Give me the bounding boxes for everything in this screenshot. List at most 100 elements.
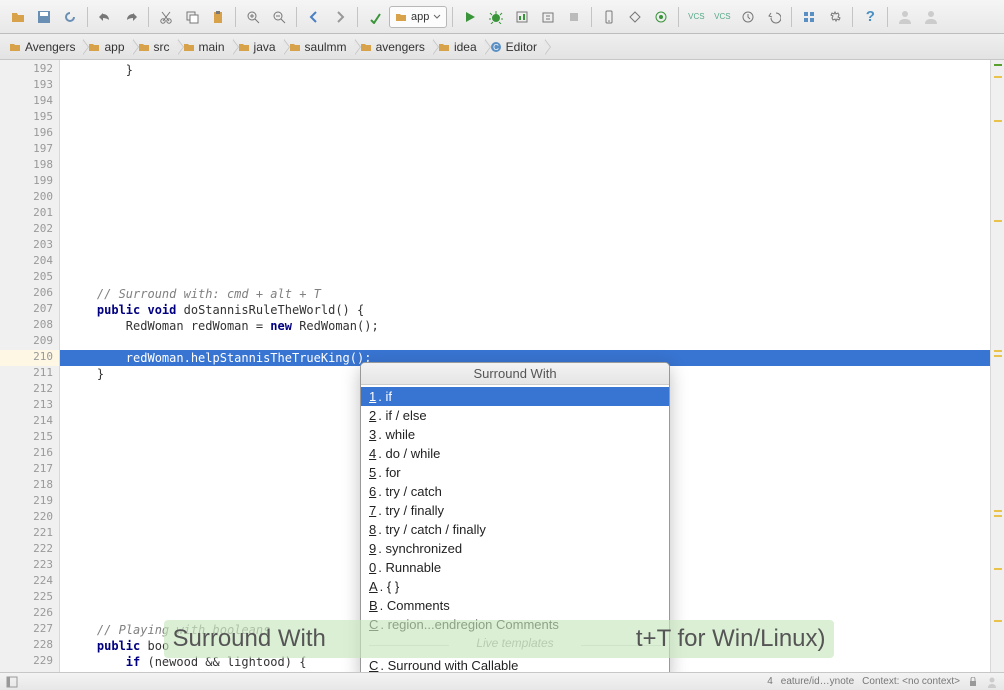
popup-item[interactable]: 0. Runnable [361,558,669,577]
error-stripe-mark[interactable] [994,515,1002,517]
error-stripe-mark[interactable] [994,120,1002,122]
vcs-update-icon[interactable]: VCS [684,5,708,29]
redo-icon[interactable] [119,5,143,29]
line-number[interactable]: 210 [0,350,59,366]
popup-item[interactable]: 7. try / finally [361,501,669,520]
code-line[interactable] [60,270,990,286]
line-number[interactable]: 221 [0,526,59,542]
line-number[interactable]: 225 [0,590,59,606]
error-stripe-mark[interactable] [994,355,1002,357]
line-number[interactable]: 215 [0,430,59,446]
line-number[interactable]: 211 [0,366,59,382]
breadcrumb-item[interactable]: java [233,36,284,58]
status-context[interactable]: Context: <no context> [862,676,960,687]
code-line[interactable] [60,222,990,238]
make-icon[interactable] [363,5,387,29]
line-number[interactable]: 208 [0,318,59,334]
user2-icon[interactable] [919,5,943,29]
back-icon[interactable] [302,5,326,29]
cut-icon[interactable] [154,5,178,29]
line-number[interactable]: 218 [0,478,59,494]
debug-icon[interactable] [484,5,508,29]
copy-icon[interactable] [180,5,204,29]
error-stripe-mark[interactable] [994,620,1002,622]
error-stripe-mark[interactable] [994,76,1002,78]
code-line[interactable] [60,206,990,222]
line-number[interactable]: 202 [0,222,59,238]
line-number[interactable]: 216 [0,446,59,462]
line-number[interactable]: 199 [0,174,59,190]
coverage-icon[interactable] [510,5,534,29]
line-number[interactable]: 201 [0,206,59,222]
line-number[interactable]: 198 [0,158,59,174]
line-number[interactable]: 207 [0,302,59,318]
line-number[interactable]: 223 [0,558,59,574]
code-line[interactable]: // Surround with: cmd + alt + T [60,286,990,302]
code-line[interactable] [60,254,990,270]
error-stripe-mark[interactable] [994,220,1002,222]
line-number[interactable]: 214 [0,414,59,430]
line-number[interactable]: 203 [0,238,59,254]
code-line[interactable]: RedWoman redWoman = new RedWoman(); [60,318,990,334]
line-number[interactable]: 213 [0,398,59,414]
error-stripe-mark[interactable] [994,510,1002,512]
popup-item[interactable]: 2. if / else [361,406,669,425]
help-icon[interactable]: ? [858,5,882,29]
line-number[interactable]: 227 [0,622,59,638]
line-number[interactable]: 197 [0,142,59,158]
zoom-out-icon[interactable] [267,5,291,29]
line-number[interactable]: 224 [0,574,59,590]
breadcrumb-item[interactable]: saulmm [284,36,355,58]
code-line[interactable] [60,174,990,190]
line-number[interactable]: 226 [0,606,59,622]
popup-item[interactable]: 8. try / catch / finally [361,520,669,539]
zoom-in-icon[interactable] [241,5,265,29]
code-line[interactable] [60,238,990,254]
line-number[interactable]: 228 [0,638,59,654]
breadcrumb-item[interactable]: main [178,36,233,58]
error-stripe[interactable] [990,60,1004,672]
status-branch[interactable]: eature/id…ynote [781,676,854,687]
open-file-icon[interactable] [6,5,30,29]
history-icon[interactable] [736,5,760,29]
line-number[interactable]: 200 [0,190,59,206]
popup-item[interactable]: B. Comments [361,596,669,615]
undo-icon[interactable] [93,5,117,29]
paste-icon[interactable] [206,5,230,29]
breadcrumb-item[interactable]: avengers [355,36,433,58]
code-line[interactable]: public void doStannisRuleTheWorld() { [60,302,990,318]
line-number[interactable]: 205 [0,270,59,286]
line-number[interactable]: 219 [0,494,59,510]
line-number[interactable]: 222 [0,542,59,558]
code-line[interactable] [60,110,990,126]
hector-icon[interactable] [986,676,998,688]
code-line[interactable] [60,94,990,110]
error-stripe-mark[interactable] [994,568,1002,570]
line-number[interactable]: 194 [0,94,59,110]
breadcrumb-item[interactable]: app [83,36,132,58]
lock-icon[interactable] [968,677,978,687]
code-line[interactable] [60,78,990,94]
settings-icon[interactable] [823,5,847,29]
popup-item[interactable]: 5. for [361,463,669,482]
line-number[interactable]: 204 [0,254,59,270]
popup-item[interactable]: 9. synchronized [361,539,669,558]
sdk-icon[interactable] [623,5,647,29]
code-line[interactable] [60,126,990,142]
line-number[interactable]: 229 [0,654,59,670]
structure-icon[interactable] [797,5,821,29]
revert-icon[interactable] [762,5,786,29]
tool-window-icon[interactable] [6,676,18,688]
line-number[interactable]: 217 [0,462,59,478]
code-line[interactable] [60,190,990,206]
breadcrumb-item[interactable]: CEditor [485,36,545,58]
run-config-combo[interactable]: app [389,6,447,28]
user1-icon[interactable] [893,5,917,29]
popup-item[interactable]: C. region...endregion Comments [361,615,669,634]
monitor-icon[interactable] [649,5,673,29]
error-stripe-mark[interactable] [994,64,1002,66]
line-number[interactable]: 196 [0,126,59,142]
popup-item[interactable]: 6. try / catch [361,482,669,501]
code-line[interactable] [60,334,990,350]
avd-icon[interactable] [597,5,621,29]
